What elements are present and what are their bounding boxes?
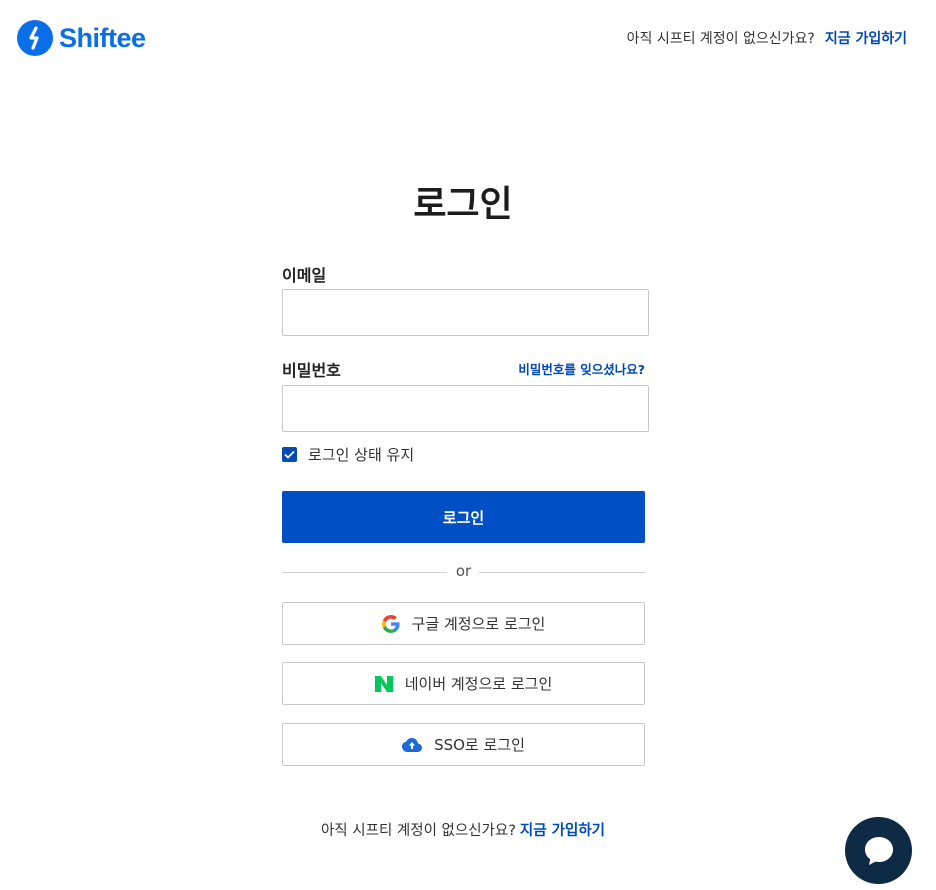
remember-label: 로그인 상태 유지 bbox=[308, 446, 415, 464]
page-title: 로그인 bbox=[413, 184, 513, 225]
footer-signup-link[interactable]: 지금 가입하기 bbox=[520, 823, 605, 839]
footer-signup: 아직 시프티 계정이 없으신가요? 지금 가입하기 bbox=[0, 819, 926, 840]
sso-login-label: SSO로 로그인 bbox=[434, 736, 525, 754]
naver-login-label: 네이버 계정으로 로그인 bbox=[404, 675, 553, 693]
check-icon bbox=[284, 450, 295, 459]
brand-name: Shiftee bbox=[59, 22, 146, 53]
remember-checkbox[interactable] bbox=[282, 447, 297, 462]
header-signup-link[interactable]: 지금 가입하기 bbox=[825, 31, 907, 47]
cloud-upload-icon bbox=[402, 737, 423, 752]
footer-signup-prompt: 아직 시프티 계정이 없으신가요? bbox=[320, 823, 516, 839]
password-field[interactable] bbox=[282, 385, 649, 432]
email-label: 이메일 bbox=[282, 266, 327, 285]
divider-text: or bbox=[455, 562, 472, 580]
remember-me[interactable]: 로그인 상태 유지 bbox=[282, 444, 414, 465]
google-login-label: 구글 계정으로 로그인 bbox=[411, 615, 546, 633]
password-label: 비밀번호 bbox=[282, 361, 341, 380]
sso-login-button[interactable]: SSO로 로그인 bbox=[282, 723, 645, 766]
login-button[interactable]: 로그인 bbox=[282, 491, 645, 543]
chat-bubble-icon bbox=[864, 836, 893, 865]
chat-button[interactable] bbox=[845, 817, 912, 884]
email-field[interactable] bbox=[282, 289, 649, 336]
or-divider: or bbox=[282, 562, 645, 582]
divider-line-right bbox=[479, 572, 645, 573]
google-login-button[interactable]: 구글 계정으로 로그인 bbox=[282, 602, 645, 645]
forgot-password-link[interactable]: 비밀번호를 잊으셨나요? bbox=[518, 359, 645, 378]
naver-icon bbox=[374, 675, 393, 692]
naver-login-button[interactable]: 네이버 계정으로 로그인 bbox=[282, 662, 645, 705]
header-signup: 아직 시프티 계정이 없으신가요? 지금 가입하기 bbox=[627, 28, 907, 48]
google-icon bbox=[381, 614, 400, 633]
shiftee-logo-icon bbox=[17, 20, 53, 56]
login-page: Shiftee 아직 시프티 계정이 없으신가요? 지금 가입하기 로그인 이메일… bbox=[0, 0, 936, 890]
header-signup-prompt: 아직 시프티 계정이 없으신가요? bbox=[626, 31, 815, 47]
shiftee-logo[interactable]: Shiftee bbox=[17, 20, 146, 56]
